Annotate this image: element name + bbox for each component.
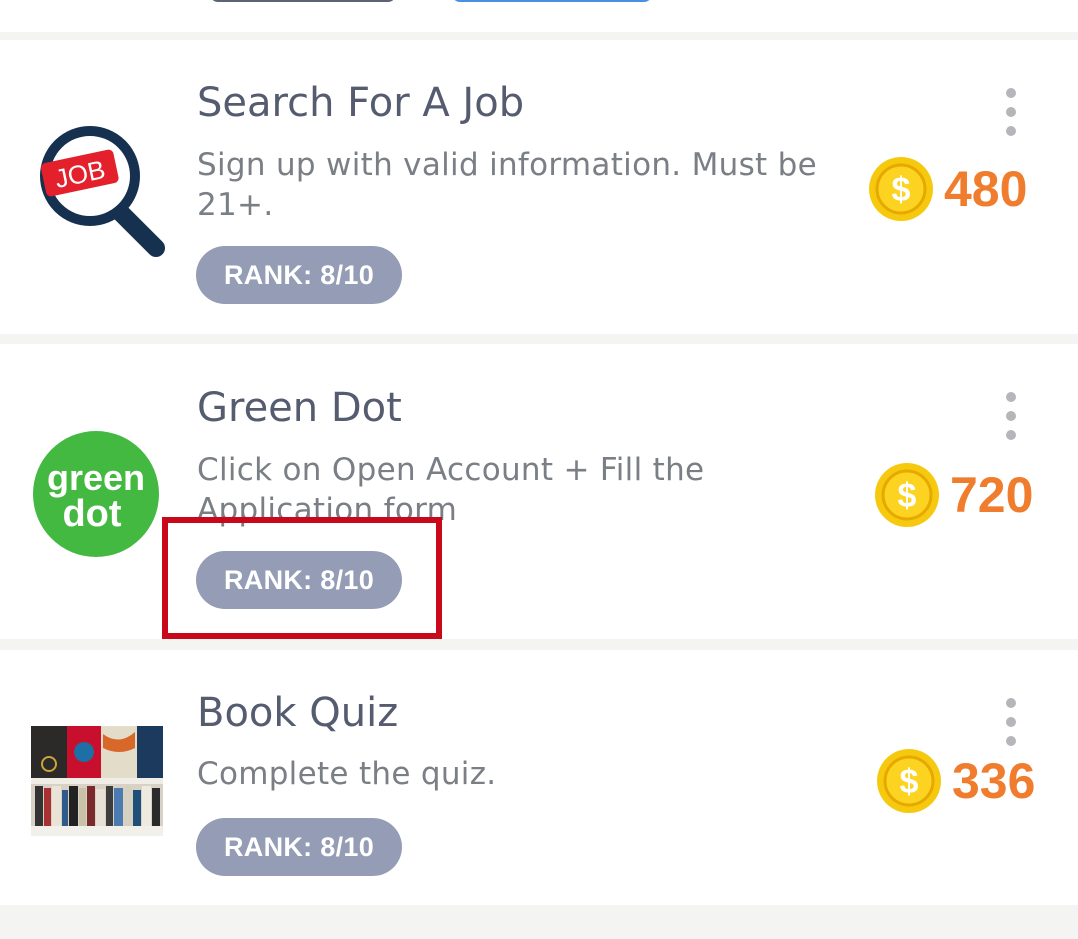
reward-points: $ 336 xyxy=(876,748,1035,814)
previous-card-edge xyxy=(0,0,1078,32)
points-value: 336 xyxy=(952,753,1036,809)
reward-points: $ 720 xyxy=(874,462,1033,528)
svg-text:$: $ xyxy=(900,763,919,801)
offer-card-search-for-a-job[interactable]: JOB Search For A Job Sign up with valid … xyxy=(0,40,1078,334)
svg-text:green: green xyxy=(47,457,145,498)
more-options-icon[interactable] xyxy=(996,88,1026,136)
svg-text:dot: dot xyxy=(62,493,121,535)
offer-title: Search For A Job xyxy=(197,80,525,126)
books-thumbnail xyxy=(31,726,163,836)
coin-icon: $ xyxy=(877,749,941,813)
reward-points: $ 480 xyxy=(868,156,1027,222)
rank-badge: RANK: 8/10 xyxy=(196,246,402,304)
svg-text:$: $ xyxy=(892,171,911,209)
rank-badge: RANK: 8/10 xyxy=(196,818,402,876)
coin-icon: $ xyxy=(869,157,933,221)
points-value: 480 xyxy=(944,161,1028,217)
offer-description: Complete the quiz. xyxy=(197,756,497,792)
offer-card-book-quiz[interactable]: Book Quiz Complete the quiz. RANK: 8/10 … xyxy=(0,650,1078,905)
offer-description: Click on Open Account + Fill the Applica… xyxy=(197,452,705,528)
offer-title: Book Quiz xyxy=(197,690,399,736)
previous-primary-button-edge[interactable] xyxy=(452,0,652,2)
offer-card-green-dot[interactable]: green dot Green Dot Click on Open Accoun… xyxy=(0,344,1078,639)
rank-badge: RANK: 8/10 xyxy=(196,551,402,609)
more-options-icon[interactable] xyxy=(996,392,1026,440)
offer-title: Green Dot xyxy=(197,385,402,431)
job-search-magnifier-icon: JOB xyxy=(40,126,165,257)
points-value: 720 xyxy=(950,467,1034,523)
svg-text:$: $ xyxy=(898,477,917,515)
offer-description: Sign up with valid information. Must be … xyxy=(197,147,817,223)
offer-list-screen: JOB Search For A Job Sign up with valid … xyxy=(0,0,1078,939)
previous-button-edge[interactable] xyxy=(210,0,396,2)
more-options-icon[interactable] xyxy=(996,698,1026,746)
coin-icon: $ xyxy=(875,463,939,527)
green-dot-logo: green dot xyxy=(33,431,159,557)
